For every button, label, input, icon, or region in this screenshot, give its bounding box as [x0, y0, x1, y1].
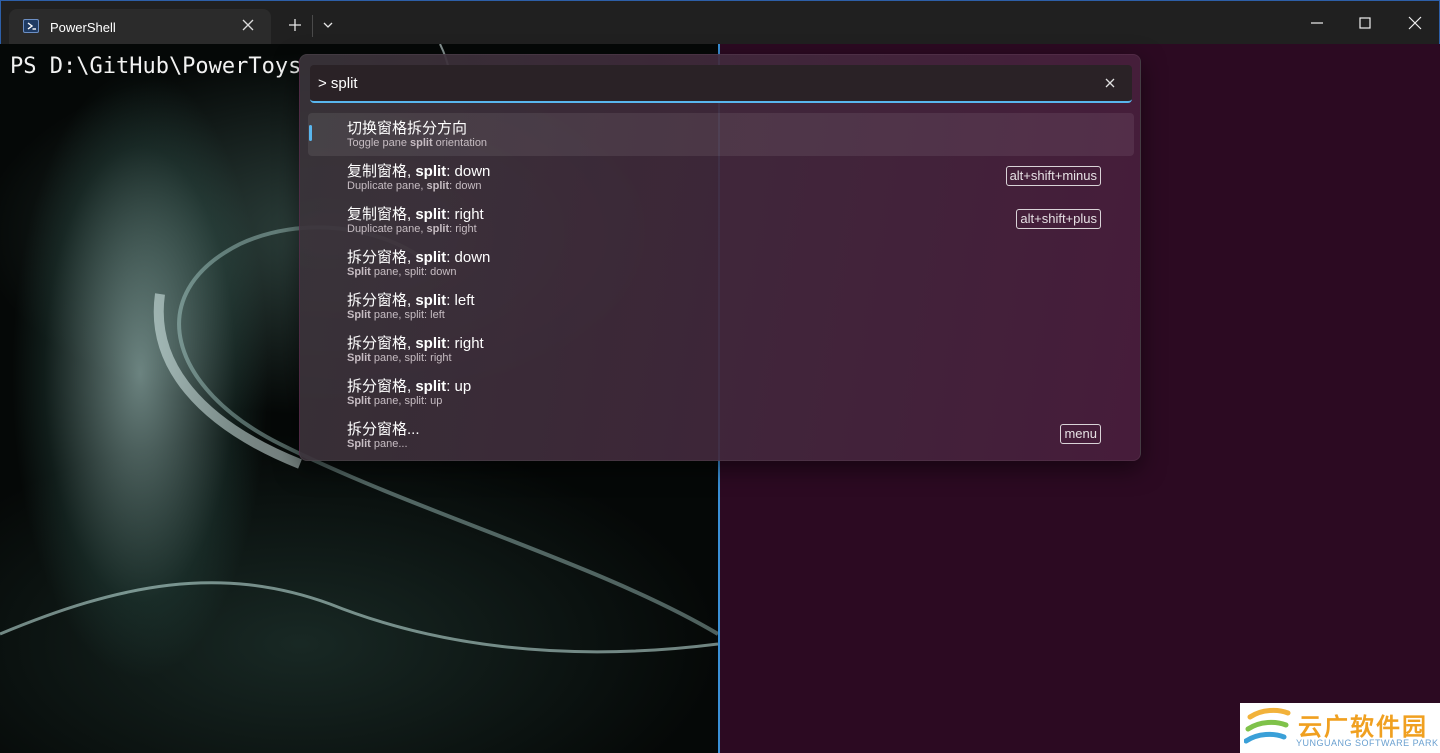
command-item[interactable]: 复制窗格, split: right Duplicate pane, split:… [308, 199, 1134, 242]
command-subtitle: Split pane... [347, 438, 408, 450]
command-title: 拆分窗格, split: down [347, 246, 490, 267]
command-item[interactable]: 拆分窗格, split: left Split pane, split: left [308, 285, 1134, 328]
command-title-part: : down [446, 249, 491, 266]
command-subtitle-part: pane, split: right [370, 352, 452, 364]
keybinding-chip: alt+shift+minus [1005, 166, 1101, 186]
command-subtitle-part: : down [449, 180, 482, 192]
command-subtitle-part: Split [347, 266, 371, 278]
command-subtitle-part: pane, split: up [370, 395, 443, 407]
command-subtitle: Split pane, split: down [347, 266, 456, 278]
command-title-part: split [415, 206, 447, 223]
close-icon [1408, 16, 1422, 30]
maximize-icon [1359, 17, 1371, 29]
command-title-part: 拆分窗格, [347, 378, 416, 395]
command-subtitle-part: split [426, 180, 450, 192]
selection-indicator [309, 125, 312, 141]
command-subtitle-part: split [410, 137, 433, 149]
command-subtitle-part: : right [449, 223, 477, 235]
command-title-part: : right [446, 206, 484, 223]
close-window-button[interactable] [1401, 9, 1429, 37]
command-subtitle-part: Split [347, 352, 371, 364]
tab-powershell[interactable]: PowerShell [9, 9, 271, 45]
command-title-part: 复制窗格, [347, 163, 416, 180]
command-title-part: : down [446, 163, 491, 180]
watermark-cn: 云广软件园 [1298, 712, 1428, 741]
command-subtitle: Toggle pane split orientation [347, 137, 487, 149]
yunguang-logo-icon [1244, 707, 1291, 744]
tab-close-icon[interactable] [240, 17, 256, 33]
command-palette: > split 切换窗格拆分方向 Toggle pane split orient… [299, 54, 1141, 461]
title-bar: PowerShell [0, 0, 1440, 45]
command-title-part: split [415, 163, 447, 180]
command-title: 复制窗格, split: right [347, 203, 484, 224]
command-subtitle-part: Duplicate pane, [347, 223, 427, 235]
tab-dropdown-button[interactable] [317, 13, 341, 37]
command-subtitle-part: split [426, 223, 450, 235]
minimize-button[interactable] [1303, 9, 1331, 37]
command-subtitle: Duplicate pane, split: down [347, 180, 482, 192]
command-item[interactable]: 复制窗格, split: down Duplicate pane, split: … [308, 156, 1134, 199]
command-title-part: 切换窗格拆分方向 [347, 120, 468, 137]
watermark: 云广软件园 YUNGUANG SOFTWARE PARK [1240, 703, 1440, 753]
command-title-part: : right [446, 335, 484, 352]
command-item[interactable]: 拆分窗格, split: right Split pane, split: rig… [308, 328, 1134, 371]
command-subtitle-part: Split [347, 395, 371, 407]
command-subtitle-part: Toggle pane [347, 137, 410, 149]
command-title-part: 拆分窗格, [347, 292, 416, 309]
command-subtitle: Split pane, split: left [347, 309, 445, 321]
chevron-down-icon [323, 22, 333, 28]
command-subtitle: Duplicate pane, split: right [347, 223, 477, 235]
command-title-part: split [415, 378, 447, 395]
command-title: 拆分窗格, split: right [347, 332, 484, 353]
command-subtitle-part: pane, split: down [370, 266, 457, 278]
plus-icon [289, 19, 301, 31]
powershell-icon [23, 19, 39, 33]
titlebar-divider [312, 15, 313, 37]
clear-search-icon[interactable] [1102, 75, 1118, 91]
command-subtitle: Split pane, split: up [347, 395, 442, 407]
command-list: 切换窗格拆分方向 Toggle pane split orientation 复制窗… [308, 113, 1134, 457]
keybinding-chip: alt+shift+plus [1016, 209, 1101, 229]
command-item[interactable]: 拆分窗格, split: down Split pane, split: down [308, 242, 1134, 285]
command-subtitle-part: Split [347, 438, 371, 450]
command-title-part: 复制窗格, [347, 206, 416, 223]
command-title-part: 拆分窗格, [347, 335, 416, 352]
command-search-input[interactable]: > split [310, 65, 1132, 103]
watermark-en: YUNGUANG SOFTWARE PARK [1296, 738, 1439, 748]
command-title-part: split [415, 249, 447, 266]
command-subtitle-part: pane, split: left [370, 309, 445, 321]
command-subtitle-part: orientation [432, 137, 488, 149]
search-value: > split [318, 75, 358, 92]
command-title: 拆分窗格, split: left [347, 289, 475, 310]
command-title-part: 拆分窗格, [347, 249, 416, 266]
command-item[interactable]: 拆分窗格... Split pane... menu [308, 414, 1134, 457]
minimize-icon [1311, 22, 1323, 24]
command-title: 拆分窗格, split: up [347, 375, 471, 396]
command-item[interactable]: 切换窗格拆分方向 Toggle pane split orientation [308, 113, 1134, 156]
command-subtitle: Split pane, split: right [347, 352, 452, 364]
command-title-part: : up [446, 378, 472, 395]
command-title-part: 拆分窗格... [347, 421, 420, 438]
maximize-button[interactable] [1351, 9, 1379, 37]
keybinding-chip: menu [1060, 424, 1101, 444]
command-title: 复制窗格, split: down [347, 160, 490, 181]
command-subtitle-part: pane... [370, 438, 408, 450]
command-title: 拆分窗格... [347, 418, 420, 439]
command-title: 切换窗格拆分方向 [347, 117, 467, 138]
command-subtitle-part: Duplicate pane, [347, 180, 427, 192]
command-title-part: split [415, 292, 447, 309]
tab-title: PowerShell [50, 20, 116, 35]
command-title-part: split [415, 335, 447, 352]
command-subtitle-part: Split [347, 309, 371, 321]
command-title-part: : left [446, 292, 475, 309]
new-tab-button[interactable] [283, 13, 307, 37]
terminal-prompt: PS D:\GitHub\PowerToys [10, 54, 302, 79]
command-item[interactable]: 拆分窗格, split: up Split pane, split: up [308, 371, 1134, 414]
